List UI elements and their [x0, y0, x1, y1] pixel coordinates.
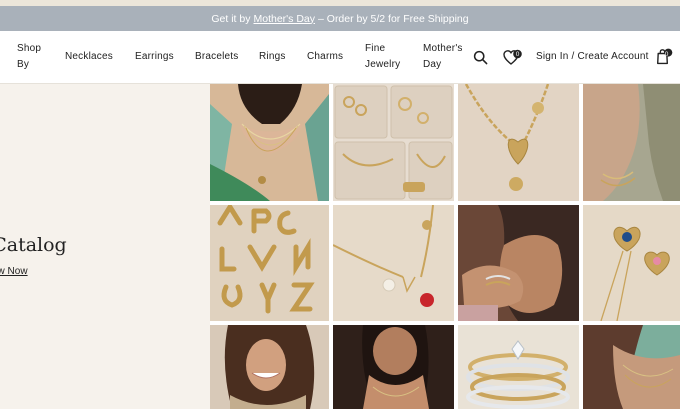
nav-earrings[interactable]: Earrings [135, 49, 174, 65]
nav-fine-jewelry[interactable]: Fine Jewelry [365, 41, 400, 73]
nav-shop-by[interactable]: Shop By [17, 41, 41, 73]
wishlist-count: 0 [515, 51, 520, 58]
nav-necklaces[interactable]: Necklaces [65, 49, 113, 65]
tile-gold-letter-charms[interactable] [210, 205, 329, 321]
promo-mothers-day-link[interactable]: Mother's Day [253, 13, 315, 25]
tile-model-pendant[interactable] [583, 325, 680, 409]
tile-heart-charm-chain[interactable] [458, 84, 579, 201]
nav-mothers-day[interactable]: Mother's Day [423, 41, 463, 73]
promo-prefix: Get it by [211, 12, 251, 25]
hero-shop-now-link[interactable]: ow Now [0, 266, 28, 277]
search-icon[interactable] [473, 50, 488, 65]
nav-bracelets[interactable]: Bracelets [195, 49, 239, 65]
tile-jewelry-tray[interactable] [333, 84, 454, 201]
nav-charms[interactable]: Charms [307, 49, 343, 65]
tile-wrist-bracelets[interactable] [583, 84, 680, 201]
tile-heart-gemstone-earrings[interactable] [583, 205, 680, 321]
tile-model-layered-necklaces[interactable] [210, 84, 329, 201]
tile-model-smiling[interactable] [210, 325, 329, 409]
nav-mothers-day-line2: Day [423, 59, 442, 70]
sign-in-link[interactable]: Sign In / Create Account [536, 49, 649, 65]
main-nav: Shop By Necklaces Earrings Bracelets Rin… [0, 31, 680, 84]
promo-suffix: – Order by 5/2 for Free Shipping [318, 12, 469, 25]
hero-panel: g Catalog ow Now [0, 84, 210, 409]
product-image-grid [210, 84, 680, 409]
nav-rings[interactable]: Rings [259, 49, 286, 65]
nav-shop-by-line2: By [17, 59, 30, 70]
promo-banner: Get it by Mother's Day – Order by 5/2 fo… [0, 6, 680, 31]
tile-model-neckline[interactable] [333, 325, 454, 409]
nav-fine-jewelry-line2: Jewelry [365, 59, 401, 70]
tile-model-stacked-rings[interactable] [458, 205, 579, 321]
hero-title: g Catalog [0, 234, 67, 256]
nav-shop-by-line1: Shop [17, 43, 42, 54]
nav-fine-jewelry-line1: Fine [365, 43, 386, 54]
cart-count: 0 [664, 51, 669, 58]
nav-mothers-day-line1: Mother's [423, 43, 463, 54]
tile-diamond-rings-stack[interactable] [458, 325, 579, 409]
tile-pearl-red-charm-necklace[interactable] [333, 205, 454, 321]
